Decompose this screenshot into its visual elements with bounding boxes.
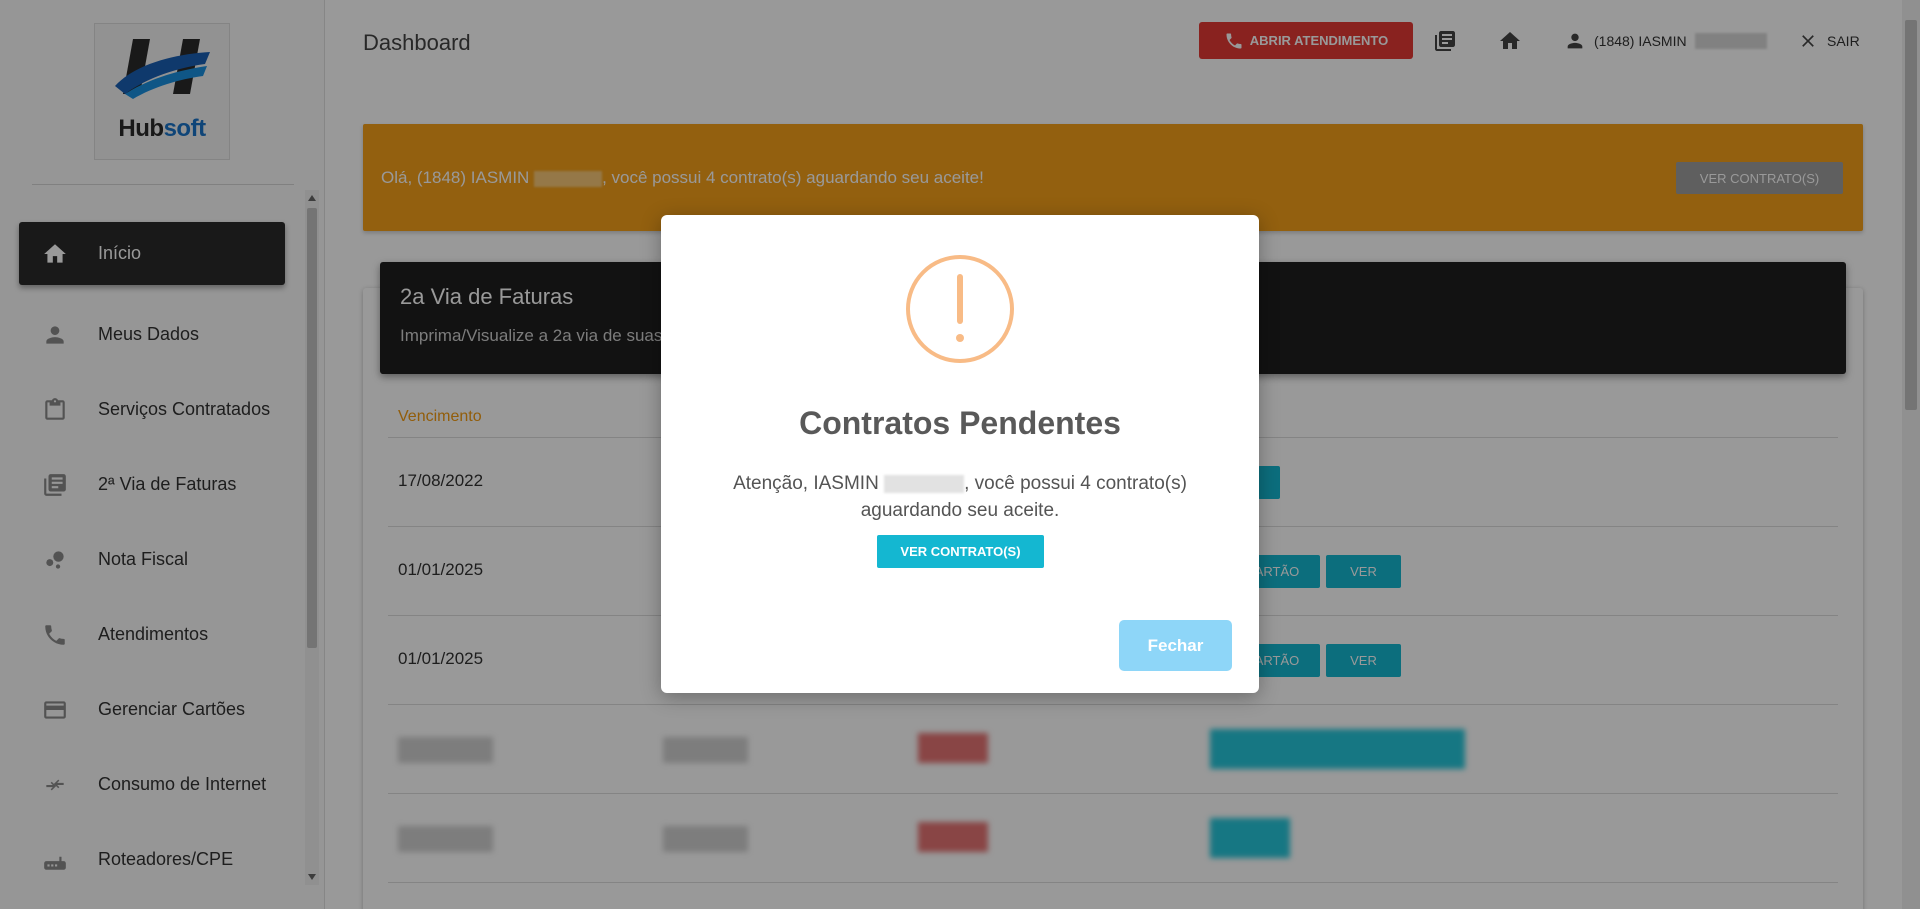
pending-contracts-modal: Contratos Pendentes Atenção, IASMIN , vo…	[661, 215, 1259, 693]
view-contracts-button[interactable]: VER CONTRATO(S)	[877, 535, 1044, 568]
modal-backdrop[interactable]: Contratos Pendentes Atenção, IASMIN , vo…	[0, 0, 1920, 909]
close-button[interactable]: Fechar	[1119, 620, 1232, 671]
warning-icon	[906, 255, 1014, 363]
modal-message: Atenção, IASMIN , você possui 4 contrato…	[733, 473, 1187, 521]
modal-title: Contratos Pendentes	[799, 405, 1121, 441]
redacted-name	[884, 474, 965, 493]
